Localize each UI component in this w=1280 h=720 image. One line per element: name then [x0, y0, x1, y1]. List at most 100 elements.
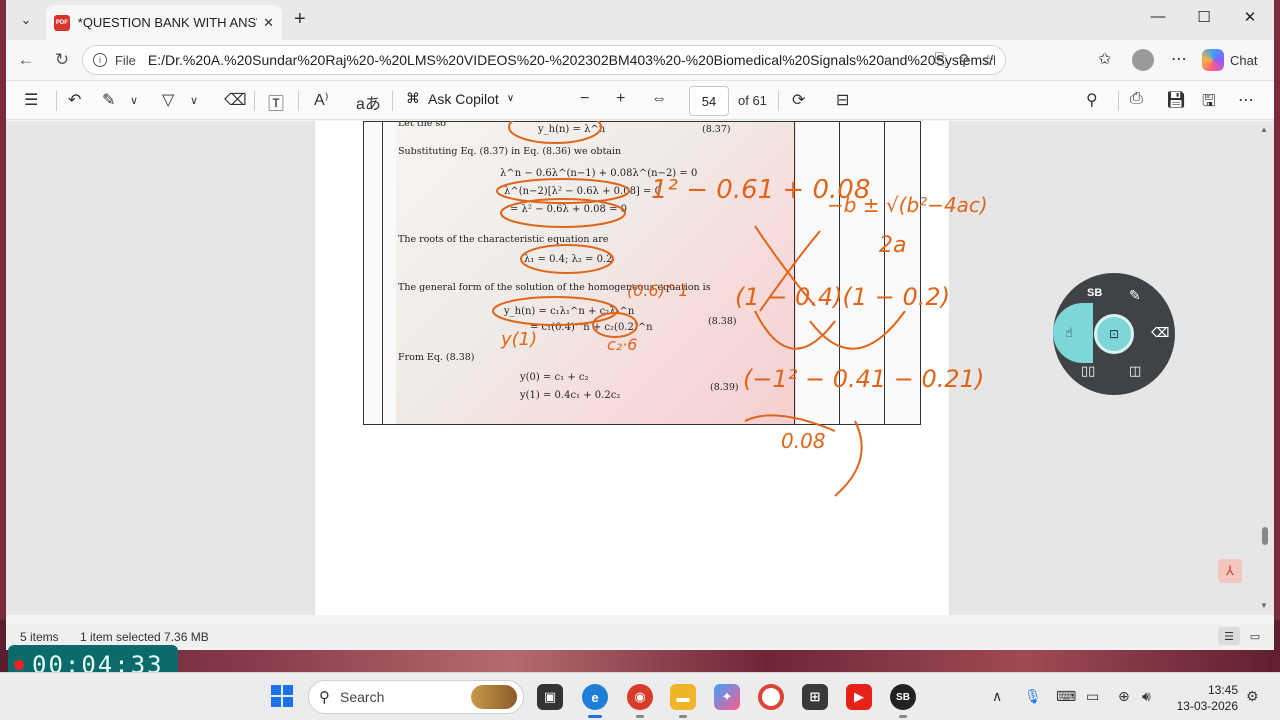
acrobat-icon[interactable]: ⅄: [1218, 559, 1242, 583]
volume-icon[interactable]: 🔊︎: [1142, 688, 1151, 705]
zoom-out-icon[interactable]: −: [580, 90, 589, 108]
recording-dot-icon: [14, 660, 24, 670]
read-aloud-text-icon[interactable]: A⁾: [314, 90, 329, 110]
print-icon[interactable]: ⎙: [1130, 90, 1143, 108]
taskbar: ⚲ Search ▣ e ◉ ▬ ✦ ⊞ ▶ SB ∧ 🎙︎ ⌨ ▭ ⊕ 🔊︎ …: [0, 672, 1280, 720]
remote-desktop-icon[interactable]: ⊞: [802, 684, 828, 710]
page-number-input[interactable]: 54: [689, 86, 729, 116]
ask-copilot-chevron-icon: ∨: [506, 93, 515, 104]
tab-bar: ⌄ PDF *QUESTION BANK WITH ANSWER ✕ + — ☐…: [6, 0, 1274, 40]
youtube-icon[interactable]: ▶: [846, 684, 872, 710]
selection-info: 1 item selected 7.36 MB: [80, 630, 209, 644]
add-text-icon[interactable]: 🅃: [268, 90, 284, 114]
tiles-view-icon[interactable]: ▭: [1244, 627, 1266, 645]
draw-options-chevron-icon[interactable]: ∨: [130, 94, 138, 107]
display-icon[interactable]: ▭: [1086, 688, 1099, 705]
radial-screenshot-icon[interactable]: ◫: [1129, 363, 1141, 379]
clock-time: 13:45: [1207, 683, 1238, 697]
clock-date: 13-03-2026: [1176, 699, 1238, 713]
tab-active[interactable]: PDF *QUESTION BANK WITH ANSWER ✕: [46, 5, 282, 40]
highlight-icon[interactable]: ▽: [162, 90, 174, 110]
ink-annotation: −b ± √(b²−4ac): [827, 193, 988, 217]
fit-width-icon[interactable]: ⇔: [651, 90, 667, 108]
tab-title: *QUESTION BANK WITH ANSWER: [77, 15, 257, 30]
tab-close-icon[interactable]: ✕: [263, 15, 274, 31]
address-bar: ← ↻ i File E:/Dr.%20A.%20Sundar%20Raj%20…: [6, 40, 1274, 80]
taskbar-clock[interactable]: 13:45 13-03-2026: [1172, 682, 1238, 714]
scroll-up-arrow-icon[interactable]: ▲: [1260, 125, 1268, 134]
chat-label: Chat: [1230, 52, 1258, 68]
draw-pen-icon[interactable]: ✎: [102, 90, 115, 110]
back-arrow-icon[interactable]: ←: [14, 50, 38, 70]
radial-touch-icon[interactable]: ☝: [1065, 325, 1073, 341]
keyboard-icon[interactable]: ⌨: [1056, 688, 1076, 705]
microphone-icon[interactable]: 🎙︎: [1024, 688, 1042, 705]
scroll-thumb[interactable]: [1262, 527, 1268, 545]
new-tab-plus-icon[interactable]: +: [294, 8, 306, 30]
ink-annotation: (1 − 0.4)(1 − 0.2): [735, 283, 951, 311]
pdf-page[interactable]: Let the so y_h(n) = λ^n (8.37) Substitut…: [315, 121, 988, 615]
chrome-icon[interactable]: [758, 684, 784, 710]
more-menu-icon[interactable]: ⋯: [1171, 49, 1187, 69]
undo-icon[interactable]: ↶: [68, 90, 81, 110]
copilot-app-icon[interactable]: ✦: [714, 684, 740, 710]
recorder-app-icon[interactable]: ◉: [627, 684, 653, 710]
search-highlight-image: [471, 685, 517, 709]
pdf-scrollbar[interactable]: ▲ ▼: [1260, 121, 1270, 615]
pen-radial-menu[interactable]: SB ✎ ⌫ ◫ ▯▯ ☝ ⊡: [1053, 273, 1175, 395]
radial-pages-icon[interactable]: ▯▯: [1081, 363, 1095, 379]
rotate-icon[interactable]: ⟳: [792, 90, 805, 110]
search-label: Search: [340, 689, 385, 705]
taskbar-search-box[interactable]: ⚲ Search: [308, 680, 524, 714]
minimize-icon[interactable]: —: [1138, 8, 1178, 25]
read-aloud-icon[interactable]: ⎘: [935, 51, 947, 69]
toolbar-divider: [298, 91, 299, 111]
favorite-star-icon[interactable]: ☆: [982, 51, 995, 69]
translate-icon[interactable]: aあ: [356, 90, 381, 114]
save-as-icon[interactable]: 🖫: [1202, 90, 1216, 117]
ink-annotation: c₂·6: [607, 335, 638, 354]
ask-copilot-button[interactable]: ⌘ Ask Copilot ∨: [406, 90, 514, 107]
radial-eraser-icon[interactable]: ⌫: [1151, 325, 1169, 341]
radial-center-button[interactable]: ⊡: [1094, 314, 1134, 354]
contents-list-icon[interactable]: ☰: [24, 90, 38, 110]
task-view-icon[interactable]: ▣: [537, 684, 563, 710]
scroll-down-arrow-icon[interactable]: ▼: [1260, 601, 1268, 610]
details-view-icon[interactable]: ☰: [1218, 627, 1240, 645]
profile-avatar[interactable]: [1132, 49, 1154, 71]
app-running-indicator: [679, 715, 687, 718]
close-window-icon[interactable]: ✕: [1230, 8, 1270, 26]
url-field[interactable]: i File E:/Dr.%20A.%20Sundar%20Raj%20-%20…: [82, 45, 1006, 75]
explorer-status-bar: 5 items 1 item selected 7.36 MB ☰ ▭: [6, 625, 1274, 647]
radial-sb-button[interactable]: SB: [1087, 287, 1102, 299]
maximize-icon[interactable]: ☐: [1184, 8, 1224, 26]
search-icon: ⚲: [319, 689, 330, 706]
info-icon[interactable]: i: [93, 53, 107, 67]
copilot-chat-button[interactable]: Chat: [1202, 49, 1257, 71]
network-icon[interactable]: ⊕: [1118, 688, 1130, 705]
file-explorer-icon[interactable]: ▬: [670, 684, 696, 710]
refresh-icon[interactable]: ↻: [50, 50, 74, 70]
copilot-outline-icon: ⌘: [406, 90, 420, 106]
sb-app-icon[interactable]: SB: [890, 684, 916, 710]
tab-actions-chevron-icon[interactable]: ⌄: [12, 7, 40, 33]
zoom-icon[interactable]: ⚲: [959, 51, 970, 69]
tray-chevron-up-icon[interactable]: ∧: [992, 688, 1002, 705]
url-scheme-label: File: [114, 52, 136, 68]
eraser-icon[interactable]: ⌫: [224, 90, 247, 110]
favorites-icon[interactable]: ✩: [1098, 49, 1111, 69]
radial-pen-icon[interactable]: ✎: [1129, 287, 1141, 304]
notification-icon[interactable]: ⚙: [1246, 688, 1259, 705]
highlight-options-chevron-icon[interactable]: ∨: [190, 94, 198, 107]
ink-annotation: y(1): [501, 329, 538, 350]
zoom-in-icon[interactable]: +: [616, 90, 625, 108]
start-windows-icon[interactable]: [271, 685, 293, 707]
ink-annotation: (−1² − 0.41 − 0.21): [743, 365, 985, 393]
app-running-indicator: [899, 715, 907, 718]
pdf-more-icon[interactable]: ⋯: [1238, 90, 1254, 110]
url-text[interactable]: E:/Dr.%20A.%20Sundar%20Raj%20-%20LMS%20V…: [148, 52, 995, 68]
edge-browser-icon[interactable]: e: [582, 684, 608, 710]
page-view-icon[interactable]: ⊟: [836, 90, 849, 110]
save-icon[interactable]: 💾︎: [1166, 90, 1186, 110]
find-search-icon[interactable]: ⚲: [1086, 90, 1098, 110]
